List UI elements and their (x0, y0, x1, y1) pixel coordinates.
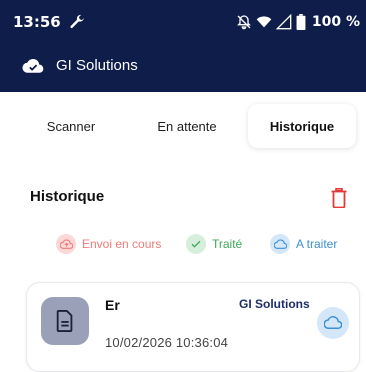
signal-icon (275, 14, 292, 30)
battery-icon (296, 14, 306, 30)
status-a-traiter-badge[interactable] (317, 307, 349, 339)
cloud-check-logo-icon (22, 58, 44, 73)
legend-label: A traiter (296, 237, 338, 251)
document-icon (56, 310, 73, 332)
legend-label: Envoi en cours (82, 237, 162, 251)
cloud-icon (273, 238, 287, 249)
muted-bell-icon (236, 15, 251, 30)
cloud-upload-icon (59, 238, 73, 249)
status-icons: 100 % (236, 12, 360, 32)
app-bar: GI Solutions (0, 50, 366, 84)
document-badge (41, 297, 89, 345)
history-item[interactable]: Er GI Solutions 10/02/2026 10:36:04 (26, 282, 360, 372)
tab-scanner[interactable]: Scanner (16, 104, 126, 148)
tab-en-attente[interactable]: En attente (132, 104, 242, 148)
legend-label: Traité (212, 237, 243, 251)
history-item-date: 10/02/2026 10:36:04 (105, 335, 229, 350)
app-title: GI Solutions (56, 57, 138, 74)
tab-bar: Scanner En attente Historique (16, 104, 356, 148)
history-item-title: Er (105, 297, 120, 313)
status-legend: Envoi en cours Traité A traiter (0, 232, 366, 256)
history-item-organization: GI Solutions (239, 297, 310, 311)
trash-icon[interactable] (331, 188, 347, 208)
cloud-icon (324, 316, 342, 329)
status-bar: 13:56 100 % (0, 0, 366, 44)
legend-traite: Traité (186, 232, 242, 256)
legend-a-traiter: A traiter (270, 232, 337, 256)
wifi-icon (256, 16, 272, 28)
legend-envoi-en-cours: Envoi en cours (56, 232, 161, 256)
section-title: Historique (30, 188, 105, 205)
battery-level: 100 % (311, 14, 360, 30)
tab-historique[interactable]: Historique (248, 104, 356, 148)
wrench-icon (70, 14, 85, 29)
status-time: 13:56 (13, 13, 61, 31)
app-header: 13:56 100 % GI Solutions (0, 0, 366, 92)
check-icon (191, 240, 201, 248)
